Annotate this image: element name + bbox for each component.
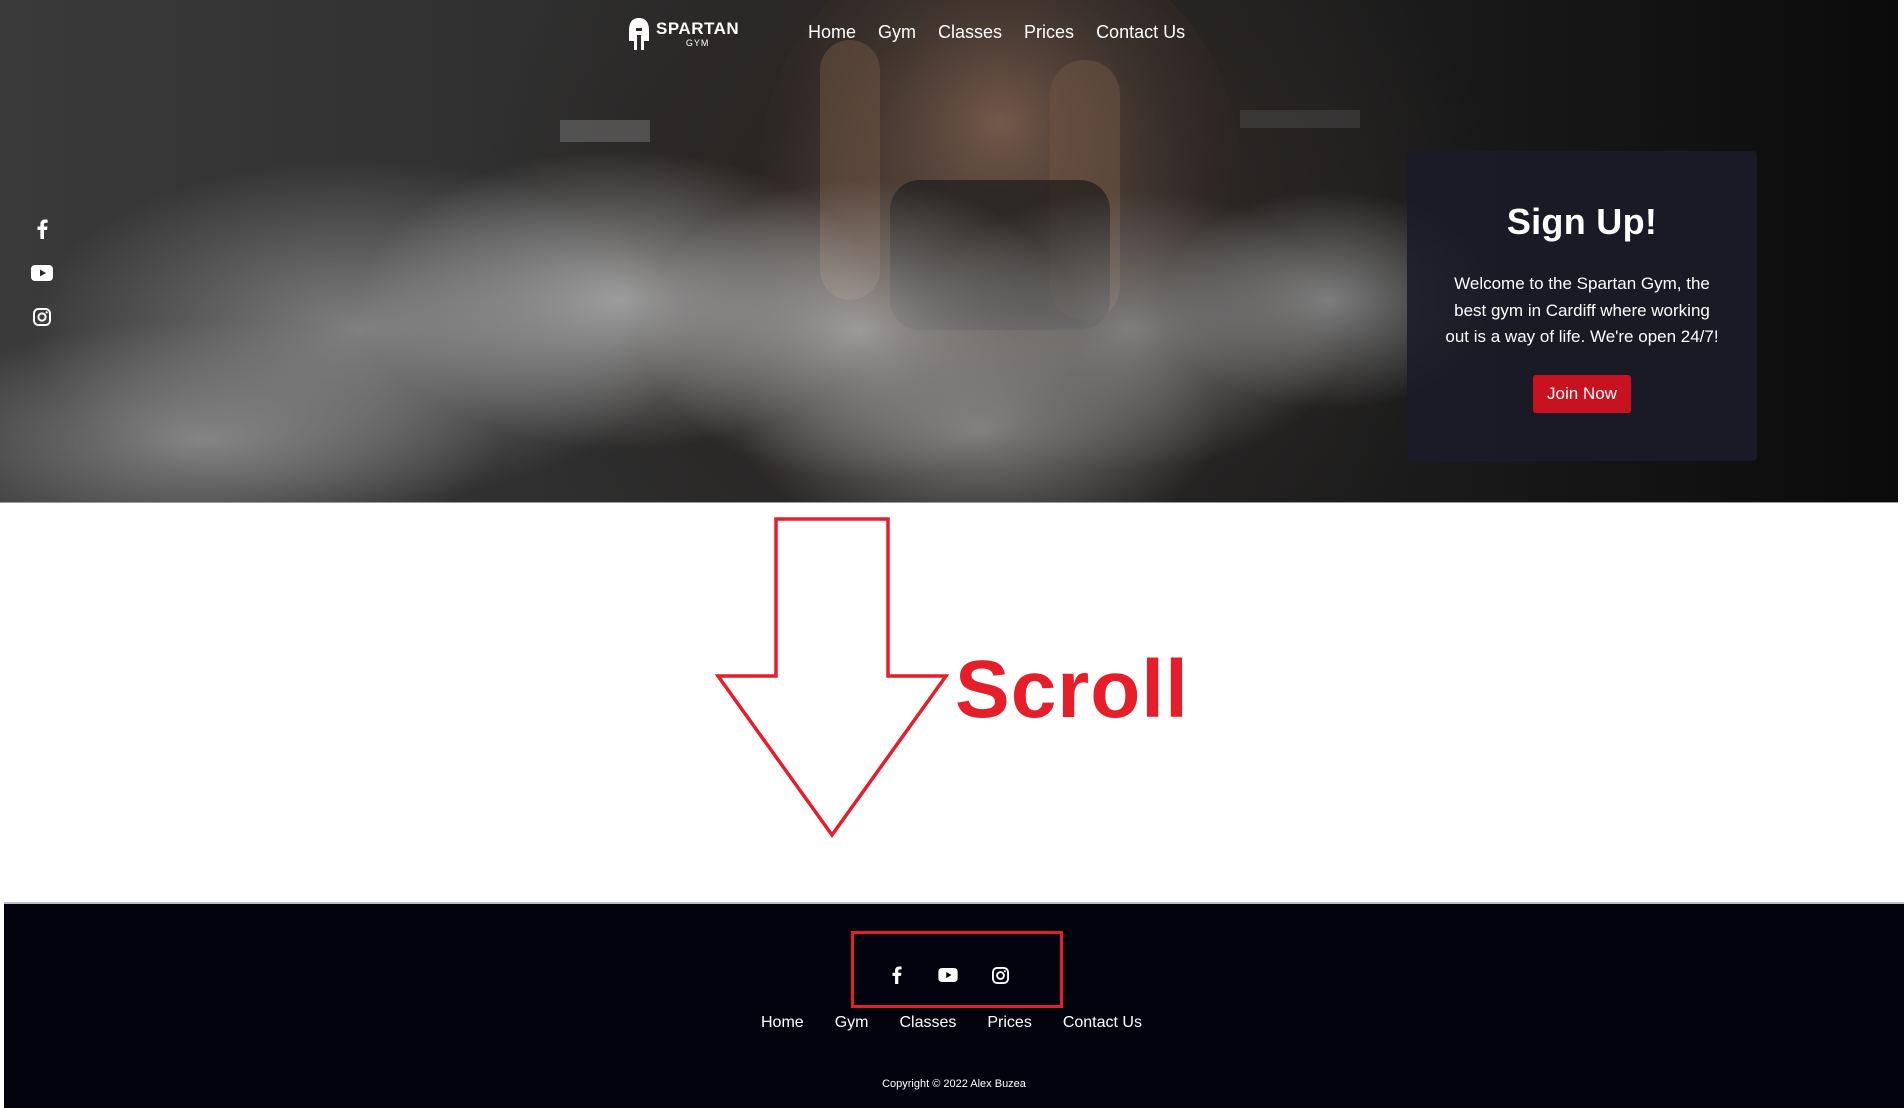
nav-link-classes[interactable]: Classes xyxy=(938,22,1002,43)
footer-link-contact[interactable]: Contact Us xyxy=(1063,1014,1142,1032)
logo-title: SPARTAN xyxy=(656,19,740,38)
footer-nav: Home Gym Classes Prices Contact Us xyxy=(761,1014,1142,1032)
youtube-icon[interactable] xyxy=(936,964,960,986)
instagram-icon[interactable] xyxy=(988,964,1012,986)
footer-link-home[interactable]: Home xyxy=(761,1014,804,1032)
facebook-icon[interactable] xyxy=(884,964,908,986)
page-footer: Home Gym Classes Prices Contact Us Copyr… xyxy=(4,902,1904,1108)
signup-text: Welcome to the Spartan Gym, the best gym… xyxy=(1445,274,1719,346)
nav-link-home[interactable]: Home xyxy=(808,22,856,43)
scroll-down-arrow xyxy=(714,517,950,839)
hero-section: SPARTAN GYM Home Gym Classes Prices Cont… xyxy=(0,0,1898,503)
nav-link-gym[interactable]: Gym xyxy=(878,22,916,43)
logo-subtitle: GYM xyxy=(685,38,710,48)
signup-title: Sign Up! xyxy=(1506,201,1658,242)
sidebar-social-links xyxy=(30,218,54,328)
top-navbar: SPARTAN GYM Home Gym Classes Prices Cont… xyxy=(0,14,1898,54)
footer-link-gym[interactable]: Gym xyxy=(835,1014,869,1032)
footer-link-prices[interactable]: Prices xyxy=(987,1014,1031,1032)
youtube-icon[interactable] xyxy=(30,262,54,284)
facebook-icon[interactable] xyxy=(30,218,54,240)
scroll-annotation xyxy=(714,517,950,839)
join-now-button[interactable]: Join Now xyxy=(1533,374,1631,413)
scroll-label: Scroll xyxy=(955,644,1189,735)
nav-link-contact[interactable]: Contact Us xyxy=(1096,22,1185,43)
instagram-icon[interactable] xyxy=(30,306,54,328)
nav-link-prices[interactable]: Prices xyxy=(1024,22,1074,43)
spartan-gym-logo[interactable]: SPARTAN GYM xyxy=(628,14,739,54)
copyright-text: Copyright © 2022 Alex Buzea xyxy=(882,1078,1026,1090)
footer-social-links xyxy=(884,964,1012,986)
footer-link-classes[interactable]: Classes xyxy=(899,1014,956,1032)
signup-card: Sign Up! Welcome to the Spartan Gym, the… xyxy=(1407,151,1757,461)
main-nav: Home Gym Classes Prices Contact Us xyxy=(808,22,1185,43)
spartan-helmet-icon xyxy=(629,18,649,50)
